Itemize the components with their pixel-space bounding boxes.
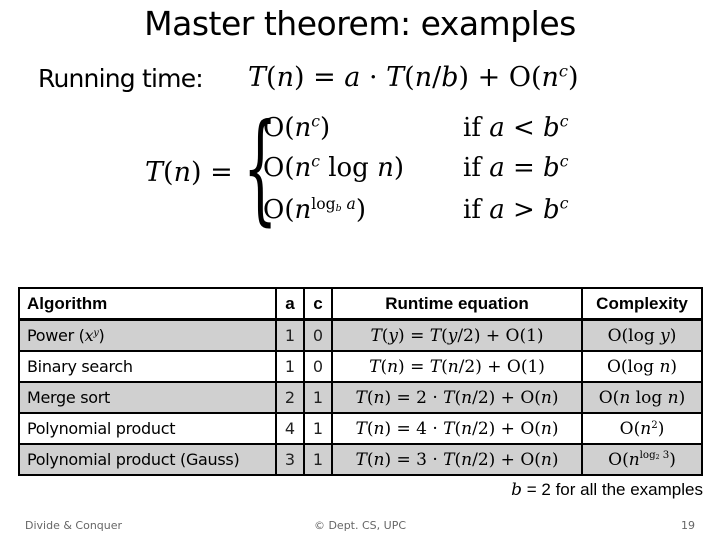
header-algorithm: Algorithm — [18, 287, 277, 321]
piecewise-definition: T(n) = { O(nc) if a < bc O(nc log n) if … — [145, 105, 615, 245]
header-complexity: Complexity — [581, 287, 703, 321]
recurrence-formula: T(n) = a · T(n/b) + O(nc) — [248, 61, 579, 93]
algorithm-cell: Binary search — [18, 350, 277, 383]
a-cell: 2 — [275, 381, 305, 414]
table-row: Polynomial product (Gauss) 3 1 T(n) = 3 … — [18, 443, 703, 476]
slide-title: Master theorem: examples — [144, 4, 576, 43]
a-cell: 3 — [275, 443, 305, 476]
algorithm-cell: Polynomial product (Gauss) — [18, 443, 277, 476]
table-row: Merge sort 2 1 T(n) = 2 · T(n/2) + O(n) … — [18, 381, 703, 414]
complexity-cell: O(n2) — [581, 412, 703, 445]
header-c: c — [303, 287, 333, 321]
complexity-cell: O(n log n) — [581, 381, 703, 414]
equation-cell: T(n) = 4 · T(n/2) + O(n) — [331, 412, 583, 445]
a-cell: 1 — [275, 350, 305, 383]
table-header-row: Algorithm a c Runtime equation Complexit… — [18, 287, 703, 321]
table-row: Power (xy) 1 0 T(y) = T(y/2) + O(1) O(lo… — [18, 318, 703, 352]
b-value-note: b = 2 for all the examples — [511, 480, 703, 500]
equation-cell: T(n) = 3 · T(n/2) + O(n) — [331, 443, 583, 476]
footer-center: © Dept. CS, UPC — [313, 519, 407, 532]
case-2-result: O(nc log n) — [263, 152, 405, 183]
a-cell: 4 — [275, 412, 305, 445]
algorithm-cell: Merge sort — [18, 381, 277, 414]
examples-table: Algorithm a c Runtime equation Complexit… — [18, 287, 703, 476]
case-2-condition: if a = bc — [463, 152, 569, 183]
page-number: 19 — [681, 519, 695, 532]
header-a: a — [275, 287, 305, 321]
equation-cell: T(y) = T(y/2) + O(1) — [331, 318, 583, 352]
case-1-result: O(nc) — [263, 112, 331, 143]
case-3-condition: if a > bc — [463, 194, 569, 225]
algorithm-cell: Polynomial product — [18, 412, 277, 445]
table-row: Binary search 1 0 T(n) = T(n/2) + O(1) O… — [18, 350, 703, 383]
case-3-result: O(nlogb a) — [263, 194, 366, 225]
c-cell: 0 — [303, 318, 333, 352]
equation-cell: T(n) = T(n/2) + O(1) — [331, 350, 583, 383]
note-text: = 2 for all the examples — [522, 480, 703, 499]
complexity-cell: O(log n) — [581, 350, 703, 383]
piecewise-lhs: T(n) = — [145, 157, 233, 188]
complexity-cell: O(nlog2 3) — [581, 443, 703, 476]
complexity-cell: O(log y) — [581, 318, 703, 352]
table-row: Polynomial product 4 1 T(n) = 4 · T(n/2)… — [18, 412, 703, 445]
c-cell: 1 — [303, 381, 333, 414]
equation-cell: T(n) = 2 · T(n/2) + O(n) — [331, 381, 583, 414]
c-cell: 0 — [303, 350, 333, 383]
a-cell: 1 — [275, 318, 305, 352]
running-time-label: Running time: — [38, 64, 204, 93]
c-cell: 1 — [303, 412, 333, 445]
header-runtime-equation: Runtime equation — [331, 287, 583, 321]
c-cell: 1 — [303, 443, 333, 476]
algorithm-cell: Power (xy) — [18, 318, 277, 352]
note-variable: b — [511, 480, 523, 500]
case-1-condition: if a < bc — [463, 112, 569, 143]
